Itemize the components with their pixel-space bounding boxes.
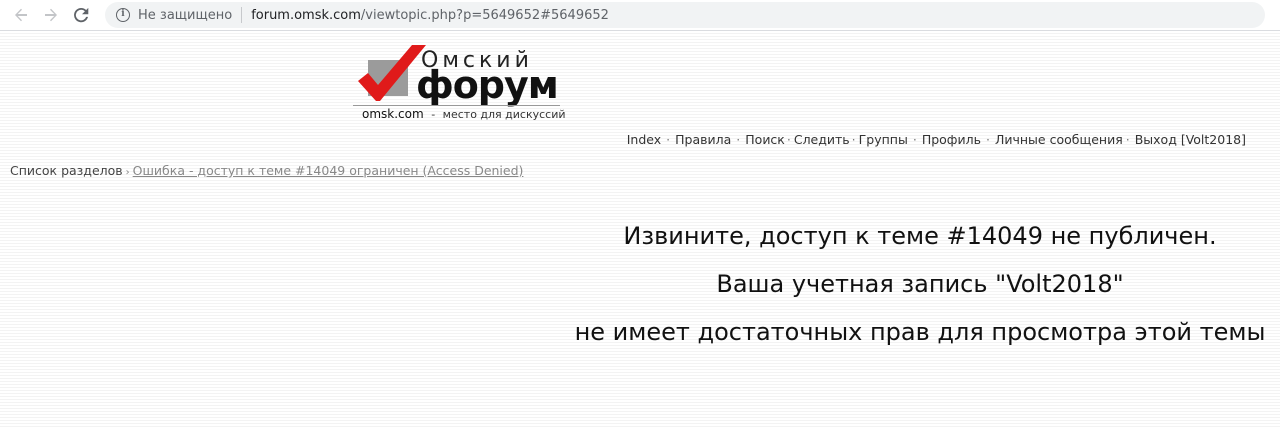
browser-toolbar: i Не защищено forum.omsk.com/viewtopic.p… — [0, 0, 1280, 31]
nav-separator: · — [985, 132, 990, 147]
address-bar[interactable]: i Не защищено forum.omsk.com/viewtopic.p… — [105, 2, 1265, 28]
nav-separator: · — [912, 132, 917, 147]
top-navigation: Index · Правила · Поиск · Следить · Группы · Профи… — [627, 132, 1246, 147]
breadcrumb: Список разделов › Ошибка - доступ к теме #… — [10, 163, 523, 178]
nav-logout[interactable]: Выход [Volt2018] — [1135, 132, 1246, 147]
forward-button[interactable] — [36, 0, 66, 30]
nav-rules[interactable]: Правила — [675, 132, 731, 147]
nav-private-messages[interactable]: Личные сообщения — [995, 132, 1123, 147]
message-line-2: Ваша учетная запись "Volt2018" — [716, 270, 1124, 298]
nav-groups[interactable]: Группы — [859, 132, 908, 147]
logo-tagline: omsk.com - место для дискуссий — [362, 107, 566, 121]
logo-domain: omsk.com — [362, 107, 424, 121]
nav-separator: · — [736, 132, 741, 147]
logo-tagline-separator: - — [431, 108, 436, 121]
nav-search[interactable]: Поиск — [745, 132, 785, 147]
message-line-1: Извините, доступ к теме #14049 не публич… — [623, 222, 1217, 250]
nav-separator: · — [666, 132, 671, 147]
url-text[interactable]: forum.omsk.com/viewtopic.php?p=5649652#5… — [251, 8, 609, 23]
arrow-right-icon — [45, 8, 57, 22]
back-button[interactable] — [6, 0, 36, 30]
breadcrumb-root[interactable]: Список разделов — [10, 163, 123, 178]
arrow-left-icon — [15, 8, 27, 22]
security-label[interactable]: Не защищено — [138, 8, 232, 23]
url-host: forum.omsk.com — [251, 7, 361, 23]
logo-text-forum: форум — [416, 63, 559, 107]
site-logo[interactable]: Омский форум omsk.com - место для дискус… — [350, 43, 566, 125]
chevron-right-icon: › — [125, 167, 130, 178]
access-denied-message: Извините, доступ к теме #14049 не публич… — [560, 218, 1280, 362]
reload-icon — [74, 7, 89, 23]
nav-separator: · — [786, 132, 791, 147]
nav-profile[interactable]: Профиль — [922, 132, 981, 147]
nav-index[interactable]: Index — [627, 132, 661, 147]
address-divider — [241, 7, 243, 23]
url-path: /viewtopic.php?p=5649652#5649652 — [360, 7, 609, 23]
reload-button[interactable] — [66, 0, 96, 30]
nav-separator: · — [1125, 132, 1130, 147]
logo-divider — [353, 105, 560, 106]
logo-tagline-text: место для дискуссий — [442, 108, 566, 121]
nav-separator: · — [851, 132, 856, 147]
page-content: Омский форум omsk.com - место для дискус… — [0, 31, 1280, 427]
message-line-3: не имеет достаточных прав для просмотра … — [574, 318, 1266, 346]
breadcrumb-current[interactable]: Ошибка - доступ к теме #14049 ограничен … — [133, 163, 524, 178]
nav-watch[interactable]: Следить — [794, 132, 850, 147]
info-icon[interactable]: i — [116, 8, 130, 22]
